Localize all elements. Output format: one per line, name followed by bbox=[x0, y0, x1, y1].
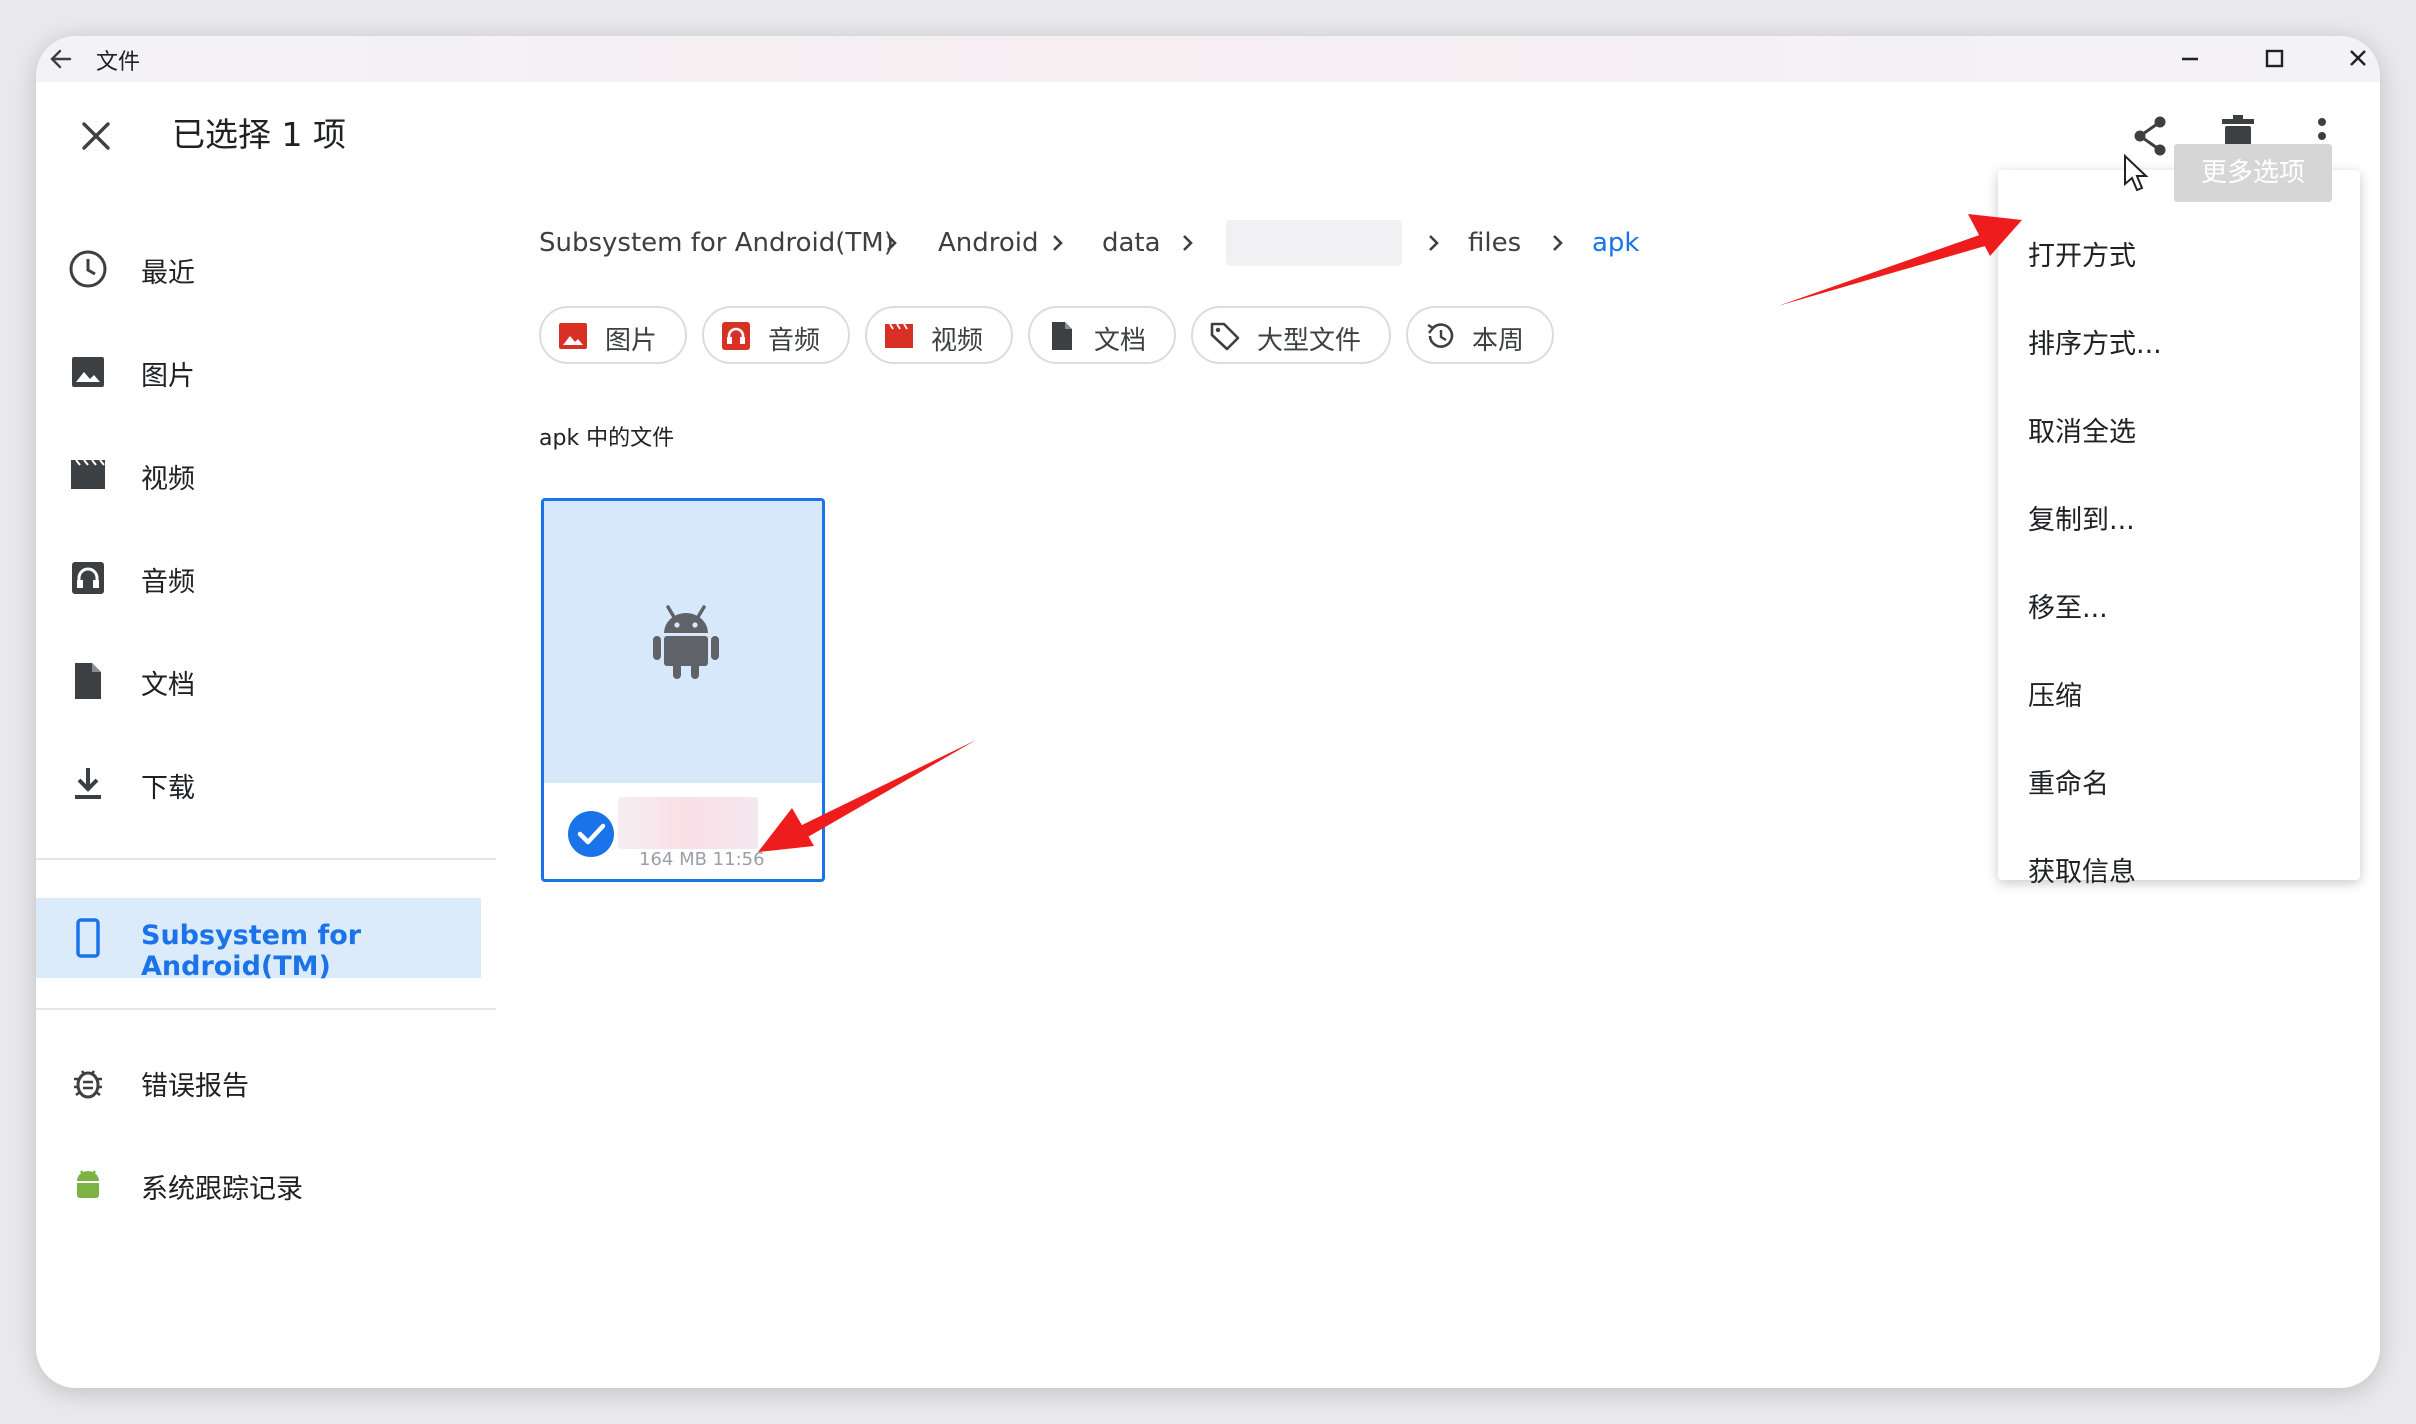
menu-item-get-info[interactable]: 获取信息 bbox=[2028, 850, 2136, 889]
sidebar-item-label: 下载 bbox=[141, 773, 195, 804]
image-icon bbox=[559, 323, 587, 349]
file-meta: 164 MB 11:56 bbox=[639, 849, 765, 870]
chip-label: 文档 bbox=[1094, 326, 1147, 356]
overflow-menu: 打开方式 排序方式... 取消全选 复制到... 移至... 压缩 重命名 获取… bbox=[1998, 170, 2360, 888]
chip-this-week[interactable]: 本周 bbox=[1406, 306, 1554, 364]
chevron-right-icon bbox=[887, 235, 897, 251]
sidebar-item-documents[interactable]: 文档 bbox=[36, 641, 481, 721]
bug-icon bbox=[74, 1070, 102, 1099]
back-arrow-icon[interactable] bbox=[40, 40, 84, 78]
document-icon bbox=[1052, 322, 1072, 350]
chip-documents[interactable]: 文档 bbox=[1028, 306, 1176, 364]
document-icon bbox=[75, 663, 101, 699]
sidebar-item-images[interactable]: 图片 bbox=[36, 332, 481, 412]
sidebar-item-label: 视频 bbox=[141, 464, 195, 495]
sidebar-item-label: 最近 bbox=[141, 258, 195, 289]
breadcrumb-current[interactable]: apk bbox=[1592, 228, 1640, 258]
breadcrumb-item[interactable]: files bbox=[1468, 228, 1521, 258]
chevron-right-icon bbox=[1553, 235, 1563, 251]
headphones-icon bbox=[722, 322, 750, 350]
sidebar-item-downloads[interactable]: 下载 bbox=[36, 744, 481, 824]
file-card-selected[interactable]: 164 MB 11:56 bbox=[541, 498, 825, 882]
phone-icon bbox=[76, 918, 100, 958]
chip-images[interactable]: 图片 bbox=[539, 306, 687, 364]
sidebar-item-label: 图片 bbox=[141, 361, 195, 392]
sidebar-item-label: 文档 bbox=[141, 670, 195, 701]
sidebar-item-label: Subsystem for Android(TM) bbox=[141, 920, 362, 982]
section-label: apk 中的文件 bbox=[539, 426, 675, 451]
chip-label: 音频 bbox=[768, 326, 821, 356]
video-icon bbox=[885, 323, 913, 348]
image-icon bbox=[72, 357, 104, 387]
sidebar-divider bbox=[36, 858, 496, 860]
sidebar-item-audio[interactable]: 音频 bbox=[36, 538, 481, 618]
breadcrumb-item[interactable]: Subsystem for Android(TM) bbox=[539, 228, 894, 258]
menu-item-rename[interactable]: 重命名 bbox=[2028, 762, 2109, 801]
maximize-icon[interactable] bbox=[2252, 40, 2296, 78]
sidebar-item-device[interactable]: Subsystem for Android(TM) bbox=[36, 898, 481, 982]
redacted-file-name bbox=[618, 797, 758, 849]
menu-item-deselect-all[interactable]: 取消全选 bbox=[2028, 410, 2136, 449]
android-icon bbox=[653, 605, 719, 679]
chip-label: 本周 bbox=[1472, 326, 1525, 356]
sidebar-item-videos[interactable]: 视频 bbox=[36, 435, 481, 515]
menu-item-copy-to[interactable]: 复制到... bbox=[2028, 498, 2135, 537]
menu-item-move-to[interactable]: 移至... bbox=[2028, 586, 2108, 625]
file-thumbnail bbox=[544, 501, 822, 783]
breadcrumb-item[interactable]: data bbox=[1102, 228, 1161, 258]
chevron-right-icon bbox=[1053, 235, 1063, 251]
chip-label: 大型文件 bbox=[1257, 326, 1362, 356]
history-icon bbox=[1427, 323, 1454, 348]
video-icon bbox=[71, 459, 105, 489]
minimize-icon[interactable] bbox=[2168, 40, 2212, 78]
sidebar-item-label: 系统跟踪记录 bbox=[141, 1174, 303, 1205]
redacted-breadcrumb-item[interactable] bbox=[1226, 220, 1402, 266]
chip-large-files[interactable]: 大型文件 bbox=[1191, 306, 1391, 364]
mouse-cursor-icon bbox=[2124, 154, 2149, 192]
chip-label: 视频 bbox=[931, 326, 984, 356]
chevron-right-icon bbox=[1183, 235, 1193, 251]
title-bar: 文件 bbox=[36, 36, 2380, 82]
chevron-right-icon bbox=[1429, 235, 1439, 251]
files-window: 文件 已选择 1 项 最近 图片 视频 音频 文档 下载 Subsystem f… bbox=[36, 36, 2380, 1388]
sidebar-item-bug-report[interactable]: 错误报告 bbox=[36, 1042, 481, 1122]
clear-selection-icon[interactable] bbox=[66, 106, 126, 166]
menu-item-sort-by[interactable]: 排序方式... bbox=[2028, 322, 2162, 361]
chip-label: 图片 bbox=[605, 326, 658, 356]
clock-icon bbox=[69, 250, 107, 288]
menu-item-compress[interactable]: 压缩 bbox=[2028, 674, 2082, 713]
tag-icon bbox=[1210, 322, 1240, 351]
chip-audio[interactable]: 音频 bbox=[702, 306, 850, 364]
menu-item-open-with[interactable]: 打开方式 bbox=[2028, 234, 2136, 273]
headphones-icon bbox=[72, 562, 104, 594]
more-options-tooltip: 更多选项 bbox=[2174, 144, 2332, 202]
sidebar-item-label: 错误报告 bbox=[141, 1071, 249, 1102]
sidebar-item-label: 音频 bbox=[141, 567, 195, 598]
close-window-icon[interactable] bbox=[2336, 40, 2380, 78]
selected-check-icon[interactable] bbox=[566, 809, 616, 859]
sidebar-item-recent[interactable]: 最近 bbox=[36, 229, 481, 309]
sidebar-item-system-trace[interactable]: 系统跟踪记录 bbox=[36, 1145, 481, 1225]
download-icon bbox=[75, 768, 101, 799]
window-title: 文件 bbox=[96, 50, 141, 75]
selection-title: 已选择 1 项 bbox=[172, 115, 346, 154]
sidebar-divider bbox=[36, 1008, 496, 1010]
chip-videos[interactable]: 视频 bbox=[865, 306, 1013, 364]
android-icon bbox=[77, 1170, 99, 1198]
breadcrumb-item[interactable]: Android bbox=[938, 228, 1039, 258]
